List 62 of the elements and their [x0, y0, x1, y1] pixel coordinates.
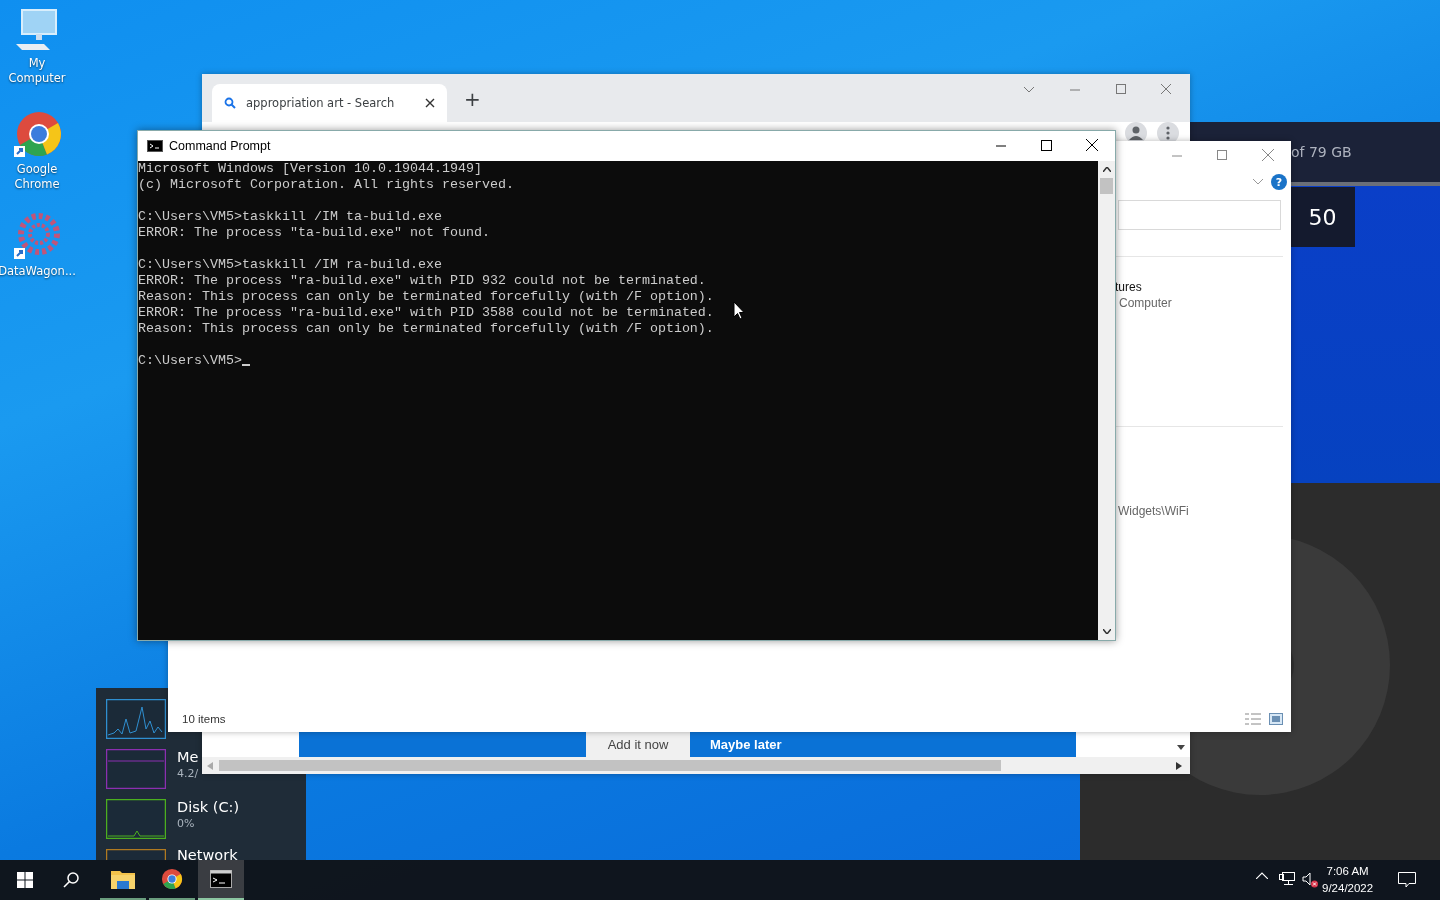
search-field[interactable]	[1118, 200, 1281, 230]
add-button[interactable]: Add it now	[586, 732, 690, 757]
chrome-icon[interactable]	[13, 110, 61, 158]
chrome-icon	[161, 868, 183, 890]
terminal-icon	[210, 870, 232, 888]
clock-date[interactable]: 9/24/2022	[1322, 880, 1374, 897]
folder-icon	[111, 869, 135, 889]
new-tab-button[interactable]: +	[460, 88, 485, 110]
scroll-down-icon[interactable]	[1102, 629, 1111, 634]
console-line: C:\Users\VM5>taskkill /IM ta-build.exe	[138, 209, 442, 225]
muted-speaker-icon[interactable]	[1302, 872, 1319, 888]
terminal-icon	[147, 140, 163, 152]
item-subtitle: Computer	[1119, 296, 1172, 310]
console-line: C:\Users\VM5>	[138, 353, 250, 369]
value-tile: 50	[1290, 187, 1355, 247]
browser-tab[interactable]: appropriation art - Search	[212, 84, 447, 122]
resource-usage: 0%	[177, 817, 195, 831]
resource-usage: 4.2/	[177, 767, 199, 781]
large-icons-view-icon[interactable]	[1269, 713, 1283, 725]
console-line: Microsoft Windows [Version 10.0.19044.1949]	[138, 161, 482, 177]
dropdown-arrow-icon[interactable]	[1177, 745, 1185, 750]
scroll-up-icon[interactable]	[1102, 167, 1111, 172]
notification-icon[interactable]	[1398, 872, 1416, 888]
resource-name: Me	[177, 749, 199, 766]
vertical-scrollbar[interactable]	[1098, 161, 1115, 640]
scrollbar-thumb[interactable]	[1100, 178, 1113, 194]
folder-path: Widgets\WiFi	[1118, 504, 1189, 518]
windows-start-icon[interactable]	[17, 872, 33, 888]
chevron-down-icon[interactable]	[1023, 86, 1035, 94]
tab-title: appropriation art - Search	[246, 96, 396, 110]
help-icon[interactable]: ?	[1271, 174, 1287, 190]
search-icon	[224, 97, 236, 109]
resource-name: Disk (C:)	[177, 799, 240, 816]
mouse-cursor-icon	[733, 301, 745, 320]
taskbar-app-button[interactable]	[198, 860, 244, 900]
status-bar-text: 10 items	[182, 713, 226, 725]
storage-label: of 79 GB	[1291, 144, 1352, 160]
maximize-icon[interactable]	[1041, 140, 1052, 151]
resource-name: Network	[177, 847, 238, 864]
scrollbar-thumb[interactable]	[219, 760, 1001, 771]
console-line: (c) Microsoft Corporation. All rights reserved.	[138, 177, 514, 193]
scroll-right-icon[interactable]	[1176, 761, 1182, 770]
chevron-down-icon[interactable]	[1253, 179, 1263, 185]
text-cursor	[242, 364, 250, 366]
console-line: Reason: This process can only be terminated forcefully (with /F option).	[138, 321, 714, 337]
close-icon[interactable]	[1086, 139, 1098, 151]
console-line: ERROR: The process "ta-build.exe" not found.	[138, 225, 490, 241]
gear-icon[interactable]	[13, 212, 61, 260]
caret-up-icon[interactable]	[1256, 872, 1268, 879]
close-icon[interactable]	[425, 98, 435, 108]
network-icon[interactable]	[1279, 872, 1295, 886]
console-line: Reason: This process can only be terminated forcefully (with /F option).	[138, 289, 714, 305]
console-line: ERROR: The process "ra-build.exe" with PID 3588 could not be terminated.	[138, 305, 714, 321]
dismiss-button[interactable]: Maybe later	[690, 732, 802, 757]
console-line: C:\Users\VM5>taskkill /IM ra-build.exe	[138, 257, 442, 273]
console-line: ERROR: The process "ra-build.exe" with PID 932 could not be terminated.	[138, 273, 706, 289]
clock-time[interactable]: 7:06 AM	[1326, 863, 1369, 880]
group-heading: tures	[1115, 280, 1142, 294]
computer-icon[interactable]	[14, 8, 60, 52]
search-icon[interactable]	[63, 872, 79, 888]
horizontal-scrollbar[interactable]	[202, 757, 1190, 774]
window-title: Command Prompt	[169, 139, 271, 153]
